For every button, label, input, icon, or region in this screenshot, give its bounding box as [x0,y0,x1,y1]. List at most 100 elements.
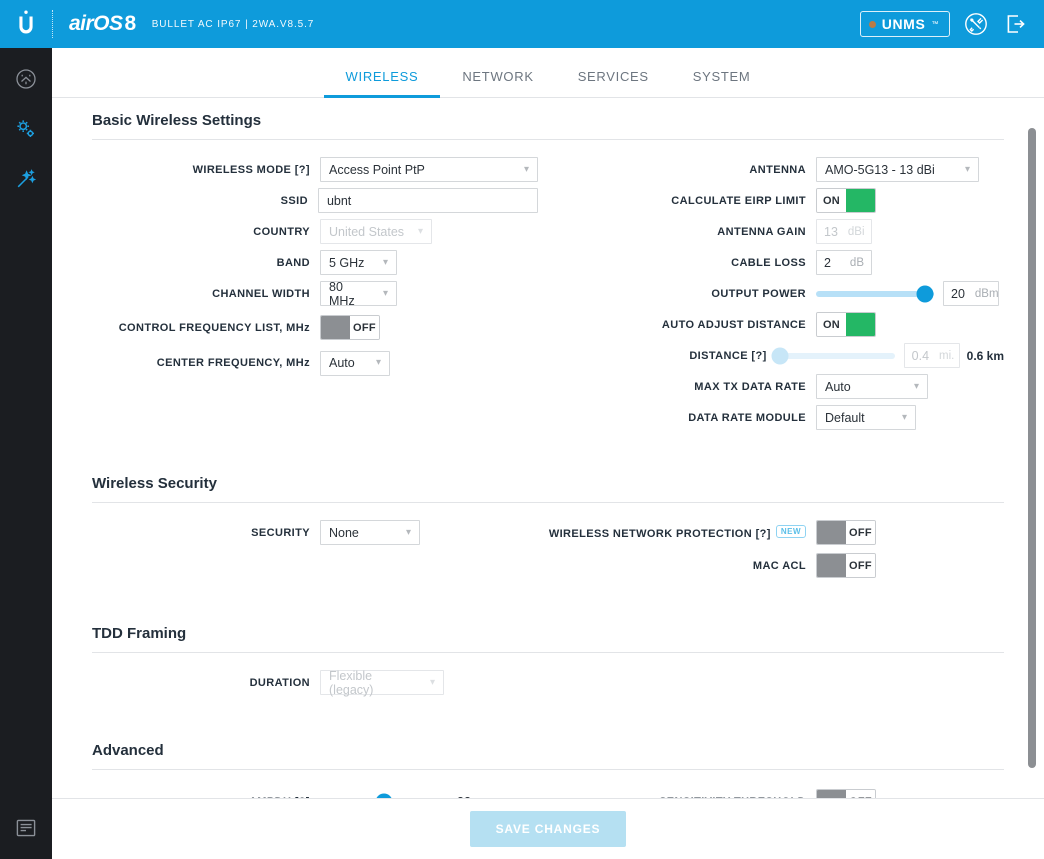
tdd-framing-grid: DURATION Flexible (legacy) ▾ [92,653,1004,698]
toggle-fill [817,521,846,544]
wireless-network-protection-toggle[interactable]: OFF [816,520,876,545]
sensitivity-threshold-value: OFF [846,790,875,798]
antenna-select[interactable]: AMO-5G13 - 13 dBi ▾ [816,157,979,182]
chevron-down-icon: ▾ [429,676,435,688]
scrollbar-thumb[interactable] [1028,128,1036,768]
data-rate-module-select[interactable]: Default ▾ [816,405,916,430]
field-data-rate-module: DATA RATE MODULE Default ▾ [548,402,1004,433]
sidebar-item-log[interactable] [11,813,41,843]
unms-label: UNMS [881,16,926,32]
top-bar: airOS8 BULLET AC IP67 | 2WA.V8.5.7 UNMS … [0,0,1044,48]
antenna-value: AMO-5G13 - 13 dBi [825,162,935,177]
output-power-input[interactable]: 20 dBm [943,281,999,306]
center-frequency-select[interactable]: Auto ▾ [320,350,390,376]
unms-button[interactable]: UNMS ™ [859,11,950,37]
distance-slider [771,347,895,364]
basic-wireless-grid: WIRELESS MODE [?] Access Point PtP ▾ SSI… [92,140,1004,433]
tab-system[interactable]: SYSTEM [671,69,773,97]
calculate-eirp-limit-toggle[interactable]: ON [816,188,876,213]
label-antenna-gain: ANTENNA GAIN [717,225,806,238]
label-mac-acl: MAC ACL [752,559,806,572]
content-scrollbar[interactable] [1026,98,1040,798]
unms-status-dot [868,20,876,28]
sidebar-item-configuration[interactable] [11,114,41,144]
cable-loss-value: 2 [824,255,831,270]
label-antenna: ANTENNA [749,163,806,176]
airos-brand: airOS8 [69,12,136,36]
auto-adjust-distance-toggle[interactable]: ON [816,312,876,337]
antenna-gain-value: 13 [824,224,838,239]
save-changes-button[interactable]: SAVE CHANGES [469,811,627,847]
security-value: None [329,525,359,540]
tab-services[interactable]: SERVICES [556,69,671,97]
tab-wireless[interactable]: WIRELESS [323,69,441,98]
output-power-track[interactable] [816,285,934,302]
field-distance: DISTANCE [?] 0.4 mi. 0.6 km [548,340,1004,371]
logout-icon[interactable] [1002,10,1030,38]
band-select[interactable]: 5 GHz ▾ [320,250,397,275]
duration-select: Flexible (legacy) ▾ [320,669,444,697]
toggle-fill [817,554,846,577]
sidebar-item-dashboard[interactable] [11,64,41,94]
section-tdd-framing: TDD Framing DURATION Flexible (legacy) ▾ [52,583,1044,698]
label-ssid: SSID [280,194,308,207]
chevron-down-icon: ▾ [964,163,970,175]
label-wireless-mode: WIRELESS MODE [?] [192,163,310,176]
field-antenna: ANTENNA AMO-5G13 - 13 dBi ▾ [548,154,1004,185]
toggle-fill [321,316,350,339]
advanced-left-column: AMPDU [?] 32 AMSDU [?] ON [92,786,548,798]
section-title-basic-wireless: Basic Wireless Settings [92,112,262,129]
output-power-thumb[interactable] [916,285,934,302]
tools-icon[interactable] [962,10,990,38]
label-band: BAND [276,256,310,269]
section-title-wireless-security: Wireless Security [92,475,217,492]
section-title-tdd-framing: TDD Framing [92,625,187,642]
advanced-grid: AMPDU [?] 32 AMSDU [?] ON [92,770,1004,798]
max-tx-data-rate-value: Auto [825,379,851,394]
distance-input: 0.4 mi. [903,343,960,368]
chevron-down-icon: ▾ [523,163,529,175]
distance-value: 0.4 [911,348,930,363]
chevron-down-icon: ▾ [901,411,907,423]
mac-acl-toggle[interactable]: OFF [816,553,876,578]
basic-wireless-left-column: WIRELESS MODE [?] Access Point PtP ▾ SSI… [92,154,548,433]
unms-trademark: ™ [931,20,939,28]
device-info: BULLET AC IP67 | 2WA.V8.5.7 [151,18,315,30]
main-nav: WIRELESS NETWORK SERVICES SYSTEM [52,48,1044,98]
ssid-input[interactable]: ubnt [317,188,538,213]
left-sidebar [0,48,52,859]
distance-thumb [771,347,789,364]
data-rate-module-value: Default [825,410,865,425]
toggle-fill [846,189,875,212]
tab-network[interactable]: NETWORK [440,69,555,97]
label-control-frequency-list: CONTROL FREQUENCY LIST, MHz [118,321,310,334]
distance-track [771,347,895,364]
toggle-fill [846,313,875,336]
brand-version: 8 [124,12,137,35]
field-wireless-network-protection: WIRELESS NETWORK PROTECTION [?] NEW OFF [548,517,1004,548]
security-select[interactable]: None ▾ [320,520,420,545]
wireless-network-protection-label-text: WIRELESS NETWORK PROTECTION [?] [548,528,771,540]
country-select: United States ▾ [320,219,432,244]
label-wireless-network-protection: WIRELESS NETWORK PROTECTION [?] NEW [548,525,816,540]
control-frequency-list-toggle[interactable]: OFF [320,315,380,340]
field-wireless-mode: WIRELESS MODE [?] Access Point PtP ▾ [92,154,538,185]
output-power-slider[interactable] [816,285,934,302]
field-output-power: OUTPUT POWER 20 dBm [548,278,1004,309]
sidebar-item-wizard[interactable] [11,164,41,194]
output-power-unit: dBm [974,287,999,300]
band-value: 5 GHz [329,255,365,270]
chevron-down-icon: ▾ [382,256,388,268]
channel-width-select[interactable]: 80 MHz ▾ [320,280,397,308]
max-tx-data-rate-select[interactable]: Auto ▾ [816,374,928,399]
calculate-eirp-limit-value: ON [817,189,846,212]
wireless-security-grid: SECURITY None ▾ WIRELESS NETWORK PROTECT… [92,503,1004,583]
cable-loss-input[interactable]: 2 dB [816,250,872,275]
field-band: BAND 5 GHz ▾ [92,247,538,278]
wireless-security-left-column: SECURITY None ▾ [92,517,548,583]
ubiquiti-logo-icon[interactable] [0,0,52,48]
sensitivity-threshold-toggle[interactable]: OFF [816,789,876,798]
tdd-framing-right-column [548,667,1004,698]
wireless-mode-select[interactable]: Access Point PtP ▾ [320,157,538,182]
settings-content: Basic Wireless Settings WIRELESS MODE [?… [52,98,1044,798]
